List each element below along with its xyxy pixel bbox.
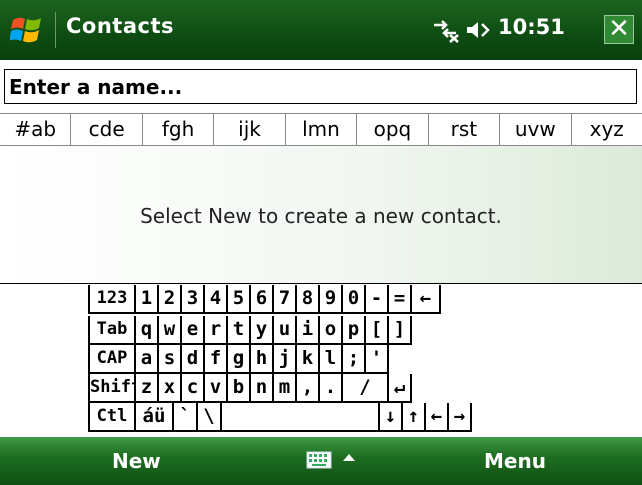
keyboard-key[interactable]: q <box>136 316 159 345</box>
keyboard-key[interactable]: p <box>343 316 366 345</box>
keyboard-key[interactable]: e <box>182 316 205 345</box>
keyboard-key[interactable]: [ <box>366 316 389 345</box>
menu-softkey[interactable]: Menu <box>484 449 546 473</box>
keyboard-key[interactable]: t <box>228 316 251 345</box>
keyboard-key[interactable]: 8 <box>297 285 320 314</box>
keyboard-key[interactable]: g <box>228 345 251 374</box>
windows-flag-icon[interactable] <box>10 13 44 47</box>
keyboard-key[interactable]: l <box>320 345 343 374</box>
keyboard-key[interactable]: / <box>343 374 389 403</box>
empty-list-message: Select New to create a new contact. <box>140 204 502 228</box>
keyboard-key[interactable]: ← <box>412 285 441 314</box>
app-title: Contacts <box>66 14 174 38</box>
keyboard-key[interactable]: j <box>274 345 297 374</box>
name-search-input[interactable]: Enter a name... <box>4 69 637 104</box>
keyboard-key[interactable]: ↵ <box>389 374 412 403</box>
keyboard-key[interactable]: c <box>182 374 205 403</box>
keyboard-key[interactable]: 123 <box>88 285 136 314</box>
keyboard-key[interactable]: ` <box>174 403 198 432</box>
keyboard-key[interactable]: b <box>228 374 251 403</box>
letter-tab[interactable]: #ab <box>0 114 72 145</box>
keyboard-key[interactable]: a <box>136 345 159 374</box>
keyboard-key[interactable]: m <box>274 374 297 403</box>
volume-icon[interactable] <box>465 18 491 42</box>
keyboard-key[interactable]: 2 <box>159 285 182 314</box>
keyboard-key[interactable]: 7 <box>274 285 297 314</box>
letter-tab[interactable]: lmn <box>286 114 358 145</box>
keyboard-key[interactable]: , <box>297 374 320 403</box>
keyboard-key[interactable]: 9 <box>320 285 343 314</box>
letter-tab[interactable]: rst <box>429 114 501 145</box>
new-softkey[interactable]: New <box>112 449 161 473</box>
letter-tabs: #ab cde fgh ijk lmn opq rst uvw xyz <box>0 113 642 146</box>
keyboard-key[interactable]: 3 <box>182 285 205 314</box>
keyboard-key[interactable]: 0 <box>343 285 366 314</box>
keyboard-key[interactable]: ' <box>366 345 389 374</box>
close-button[interactable]: ✕ <box>604 15 634 44</box>
keyboard-key[interactable]: Ctl <box>88 403 136 432</box>
keyboard-key[interactable]: r <box>205 316 228 345</box>
softkey-bar: New Menu <box>0 437 642 485</box>
keyboard-key[interactable]: d <box>182 345 205 374</box>
keyboard-key[interactable]: 6 <box>251 285 274 314</box>
connectivity-icon[interactable] <box>430 17 460 43</box>
keyboard-key[interactable]: z <box>136 374 159 403</box>
keyboard-key[interactable]: ← <box>426 403 449 432</box>
keyboard-key[interactable]: ↑ <box>403 403 426 432</box>
soft-keyboard: 123 1 2 3 4 5 6 7 8 9 0- = ← Tab q w e r t y u i o p[] CAP a s d f g h… <box>0 283 642 437</box>
keyboard-key[interactable]: \ <box>198 403 222 432</box>
keyboard-key[interactable]: = <box>389 285 412 314</box>
keyboard-key[interactable]: w <box>159 316 182 345</box>
letter-tab[interactable]: opq <box>357 114 429 145</box>
keyboard-key[interactable]: n <box>251 374 274 403</box>
keyboard-key[interactable]: ; <box>343 345 366 374</box>
keyboard-key[interactable]: 1 <box>136 285 159 314</box>
keyboard-key[interactable]: i <box>297 316 320 345</box>
keyboard-key[interactable]: s <box>159 345 182 374</box>
contact-list-area: Select New to create a new contact. <box>0 146 642 283</box>
keyboard-key[interactable]: ] <box>389 316 412 345</box>
keyboard-key[interactable]: y <box>251 316 274 345</box>
keyboard-key[interactable]: v <box>205 374 228 403</box>
keyboard-key[interactable]: u <box>274 316 297 345</box>
keyboard-key[interactable]: f <box>205 345 228 374</box>
letter-tab[interactable]: fgh <box>143 114 215 145</box>
keyboard-key[interactable]: x <box>159 374 182 403</box>
keyboard-icon[interactable] <box>306 451 332 469</box>
keyboard-key[interactable]: h <box>251 345 274 374</box>
keyboard-key[interactable]: 5 <box>228 285 251 314</box>
keyboard-key[interactable]: ↓ <box>380 403 403 432</box>
keyboard-key[interactable]: Shift <box>88 374 141 403</box>
keyboard-key[interactable]: 4 <box>205 285 228 314</box>
title-separator <box>55 12 56 48</box>
letter-tab[interactable]: uvw <box>500 114 572 145</box>
keyboard-key[interactable]: Tab <box>88 316 136 345</box>
title-bar: Contacts 10:51 ✕ <box>0 0 642 60</box>
letter-tab[interactable]: cde <box>71 114 143 145</box>
keyboard-key[interactable]: k <box>297 345 320 374</box>
letter-tab[interactable]: xyz <box>572 114 642 145</box>
space-key[interactable] <box>222 403 380 432</box>
keyboard-key[interactable]: áü <box>136 403 174 432</box>
keyboard-key[interactable]: → <box>449 403 472 432</box>
letter-tab[interactable]: ijk <box>214 114 286 145</box>
keyboard-key[interactable]: o <box>320 316 343 345</box>
keyboard-key[interactable]: CAP <box>88 345 136 374</box>
keyboard-divider <box>0 283 642 284</box>
keyboard-key[interactable]: . <box>320 374 343 403</box>
up-arrow-icon[interactable] <box>342 452 356 462</box>
clock[interactable]: 10:51 <box>498 15 565 39</box>
keyboard-key[interactable]: - <box>366 285 389 314</box>
